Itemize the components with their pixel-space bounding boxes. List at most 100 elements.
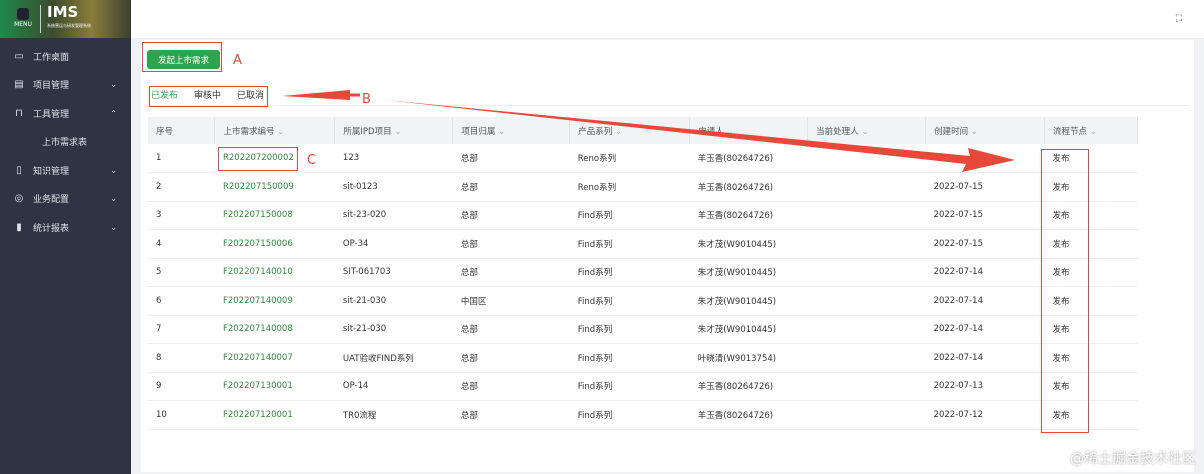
- table-cell: [807, 229, 926, 259]
- sidebar-nav: ▭ 工作桌面 ▤ 项目管理 ⌄ ⊓ 工具管理 ⌃ 上市需求表 ▯ 知识管理 ⌄ ◎ 业务配置 ⌄ ▮ 统计报表 ⌄: [0, 38, 131, 242]
- table-row: 5 F202207140010 SIT-061703 总部 Find系列 朱才茂(W901…: [148, 258, 1138, 287]
- column-header[interactable]: 项目归属 ⌄: [452, 117, 571, 144]
- demand-id-link[interactable]: F202207120001: [214, 400, 335, 430]
- table-cell: 朱才茂(W9010445): [689, 258, 808, 287]
- sidebar-item-2[interactable]: ⊓ 工具管理 ⌃: [0, 99, 131, 128]
- sidebar-item-4[interactable]: ▯ 知识管理 ⌄: [0, 156, 131, 185]
- annotation-box-node: [1041, 149, 1089, 433]
- table-cell: 总部: [452, 372, 570, 401]
- filter-icon[interactable]: ⌄: [861, 127, 868, 137]
- sidebar-item-6[interactable]: ▮ 统计报表 ⌄: [0, 213, 131, 242]
- table-cell: 总部: [452, 343, 570, 373]
- demand-id-link[interactable]: F202207140008: [214, 315, 335, 344]
- demand-id-link[interactable]: F202207150006: [214, 229, 335, 259]
- table-cell: 叶晓清(W9013754): [689, 343, 808, 373]
- demand-id-link[interactable]: R202207150009: [214, 172, 335, 202]
- column-header[interactable]: 申请人 ⌄: [689, 117, 809, 144]
- column-header[interactable]: 产品系列 ⌄: [569, 117, 691, 144]
- table-cell: 朱才茂(W9010445): [689, 229, 808, 259]
- table-cell: 123: [334, 144, 453, 173]
- filter-icon[interactable]: ⌄: [277, 127, 284, 137]
- table-cell: 朱才茂(W9010445): [689, 315, 808, 344]
- table-cell: 总部: [452, 172, 570, 202]
- table-cell: 2022-07-14: [925, 315, 1045, 344]
- sidebar-item-0[interactable]: ▭ 工作桌面: [0, 42, 131, 71]
- sidebar-item-label: 工作桌面: [33, 52, 70, 63]
- demand-id-link[interactable]: F202207140007: [214, 343, 335, 373]
- table-row: 9 F202207130001 OP-14 总部 Find系列 羊玉香(80264726)…: [148, 372, 1138, 401]
- table-cell: 总部: [452, 201, 570, 230]
- table-cell: 2022-07-15: [925, 172, 1045, 202]
- table-cell: Reno系列: [569, 144, 690, 173]
- filter-icon[interactable]: ⌄: [971, 127, 978, 137]
- column-header[interactable]: 所属IPD项目 ⌄: [334, 117, 454, 144]
- column-header[interactable]: 上市需求编号 ⌄: [214, 117, 336, 144]
- table-row: 4 F202207150006 OP-34 总部 Find系列 朱才茂(W9010445)…: [148, 229, 1138, 259]
- filter-icon[interactable]: ⌄: [394, 127, 401, 137]
- table-cell: 羊玉香(80264726): [689, 372, 808, 401]
- sidebar-item-5[interactable]: ◎ 业务配置 ⌄: [0, 185, 131, 214]
- table-cell: 总部: [452, 144, 570, 173]
- table-cell: 羊玉香(80264726): [689, 144, 808, 173]
- filter-icon[interactable]: ⌄: [498, 127, 505, 137]
- column-header[interactable]: 当前处理人 ⌄: [807, 117, 927, 144]
- filter-icon[interactable]: ⌄: [726, 127, 733, 137]
- table-cell: 6: [148, 286, 215, 316]
- filter-icon[interactable]: ⌄: [1090, 127, 1097, 137]
- table-cell: 2022-07-15: [925, 201, 1045, 230]
- column-header[interactable]: 创建时间 ⌄: [925, 117, 1045, 144]
- table-cell: 2022-07-14: [925, 286, 1045, 316]
- table-cell: 羊玉香(80264726): [689, 172, 808, 202]
- table-cell: [807, 372, 926, 401]
- sidebar-item-label: 项目管理: [33, 81, 70, 92]
- sidebar-item-1[interactable]: ▤ 项目管理 ⌄: [0, 71, 131, 100]
- table-cell: sit-23-020: [334, 201, 453, 230]
- table-cell: 2: [148, 172, 215, 202]
- table-cell: [807, 400, 926, 430]
- table-cell: [807, 315, 926, 344]
- table-cell: Find系列: [569, 315, 690, 344]
- table-cell: 2022-07-14: [925, 343, 1045, 373]
- table-cell: 3: [148, 201, 215, 230]
- demand-id-link[interactable]: F202207140010: [214, 258, 335, 287]
- table-cell: 5: [148, 258, 215, 287]
- demand-id-link[interactable]: F202207140009: [214, 286, 335, 316]
- table-cell: 8: [148, 343, 215, 373]
- table-cell: 2022-07-12: [925, 400, 1045, 430]
- table-cell: [807, 343, 926, 373]
- table-row: 6 F202207140009 sit-21-030 中国区 Find系列 朱才茂(W90…: [148, 286, 1138, 316]
- table-cell: sit-0123: [334, 172, 453, 202]
- table-row: 10 F202207120001 TR0流程 总部 Find系列 羊玉香(80264726…: [148, 400, 1138, 430]
- demand-id-link[interactable]: F202207130001: [214, 372, 335, 401]
- table-cell: 总部: [452, 400, 570, 430]
- annotation-label-c: C: [307, 153, 317, 168]
- table-cell: 羊玉香(80264726): [689, 400, 808, 430]
- column-header[interactable]: 流程节点 ⌄: [1044, 117, 1138, 144]
- table-row: 2 R202207150009 sit-0123 总部 Reno系列 羊玉香(802647…: [148, 172, 1138, 202]
- sidebar-item-label: 工具管理: [33, 109, 70, 120]
- chevron-icon: ⌄: [110, 165, 117, 175]
- annotation-box-c: [218, 147, 298, 171]
- sidebar-item-3[interactable]: 上市需求表: [0, 128, 131, 157]
- table-cell: UAT验收FIND系列: [334, 343, 453, 373]
- chevron-icon: ⌄: [110, 222, 117, 232]
- table-cell: [807, 258, 926, 287]
- fullscreen-icon[interactable]: ⛶: [1176, 14, 1182, 24]
- table-cell: 朱才茂(W9010445): [689, 286, 808, 316]
- chevron-icon: ⌄: [110, 194, 117, 204]
- app-title: IMS 系统营运与研发管理系统: [40, 5, 91, 33]
- header: ⛶: [131, 0, 1204, 38]
- bar-chart-icon: ▮: [16, 221, 22, 233]
- table-cell: TR0流程: [334, 400, 453, 430]
- annotation-label-a: A: [233, 53, 242, 68]
- table-cell: [925, 144, 1045, 173]
- table-cell: Find系列: [569, 400, 690, 430]
- menu-toggle[interactable]: MENU: [14, 8, 32, 30]
- settings-icon: ◎: [14, 193, 24, 205]
- table-cell: [807, 172, 926, 202]
- table-cell: SIT-061703: [334, 258, 453, 287]
- demand-id-link[interactable]: F202207150008: [214, 201, 335, 230]
- column-header[interactable]: 序号: [148, 117, 216, 144]
- sidebar: MENU IMS 系统营运与研发管理系统 ▭ 工作桌面 ▤ 项目管理 ⌄ ⊓ 工具管理 ⌃ 上市需…: [0, 0, 131, 474]
- filter-icon[interactable]: ⌄: [615, 127, 622, 137]
